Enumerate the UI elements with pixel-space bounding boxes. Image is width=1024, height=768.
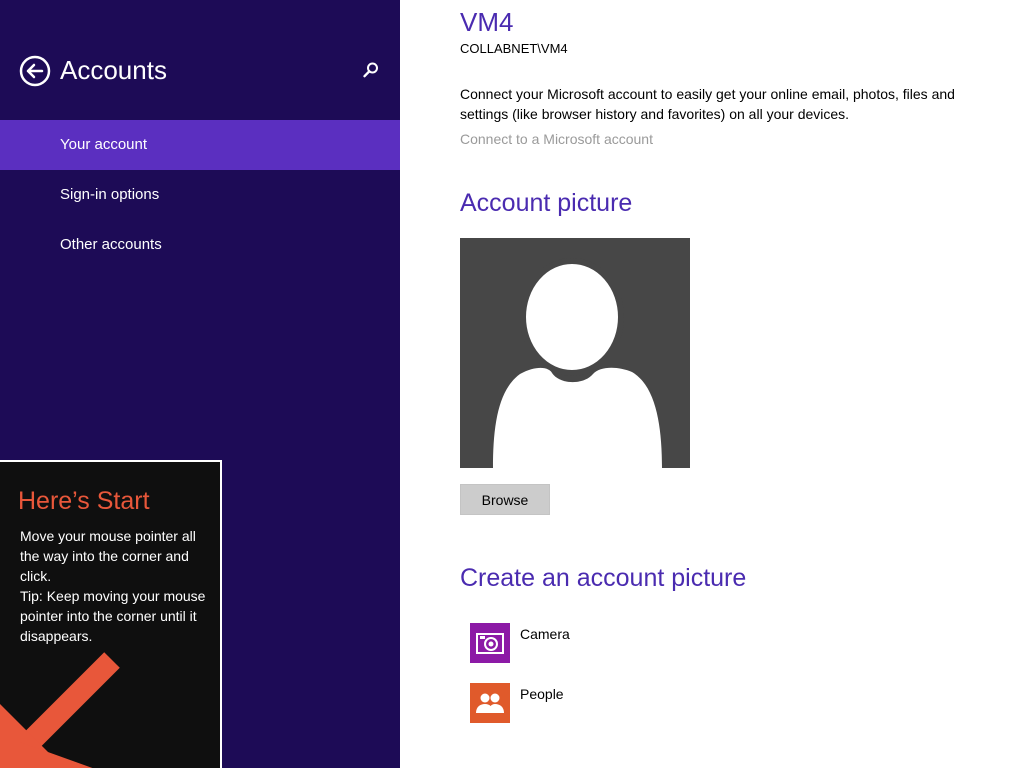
start-tip-body: Move your mouse pointer all the way into… [20, 528, 206, 644]
arrow-down-left-icon [0, 652, 130, 768]
create-item-people[interactable]: People [470, 683, 770, 723]
create-account-picture-heading: Create an account picture [460, 564, 747, 592]
account-domain: COLLABNET\VM4 [460, 41, 568, 56]
create-item-camera[interactable]: Camera [470, 623, 770, 663]
nav-item-other-accounts[interactable]: Other accounts [0, 220, 400, 270]
nav-list: Your account Sign-in options Other accou… [0, 120, 400, 270]
nav-item-your-account[interactable]: Your account [0, 120, 400, 170]
search-button[interactable] [361, 60, 381, 80]
page-title: Accounts [60, 55, 167, 85]
account-picture [460, 238, 690, 468]
start-tip-popup: Here’s Start Move your mouse pointer all… [0, 460, 222, 768]
connect-description: Connect your Microsoft account to easily… [460, 86, 955, 122]
left-header: Accounts [0, 0, 400, 120]
create-item-label: People [520, 686, 564, 702]
create-item-label: Camera [520, 626, 570, 642]
start-tip-title: Here’s Start [18, 487, 150, 515]
account-picture-heading: Account picture [460, 189, 633, 217]
search-icon [361, 60, 381, 80]
people-icon [470, 683, 510, 723]
connect-microsoft-account-link[interactable]: Connect to a Microsoft account [460, 130, 653, 148]
back-arrow-circle-icon [19, 55, 51, 87]
back-button[interactable] [19, 55, 51, 87]
right-pane: VM4 COLLABNET\VM4 Connect your Microsoft… [400, 0, 1024, 768]
browse-button[interactable]: Browse [460, 484, 550, 515]
nav-item-sign-in-options[interactable]: Sign-in options [0, 170, 400, 220]
left-pane: Accounts Your account Sign-in options Ot… [0, 0, 400, 768]
account-name: VM4 [460, 7, 514, 37]
camera-icon [470, 623, 510, 663]
default-user-silhouette-icon [460, 238, 690, 468]
